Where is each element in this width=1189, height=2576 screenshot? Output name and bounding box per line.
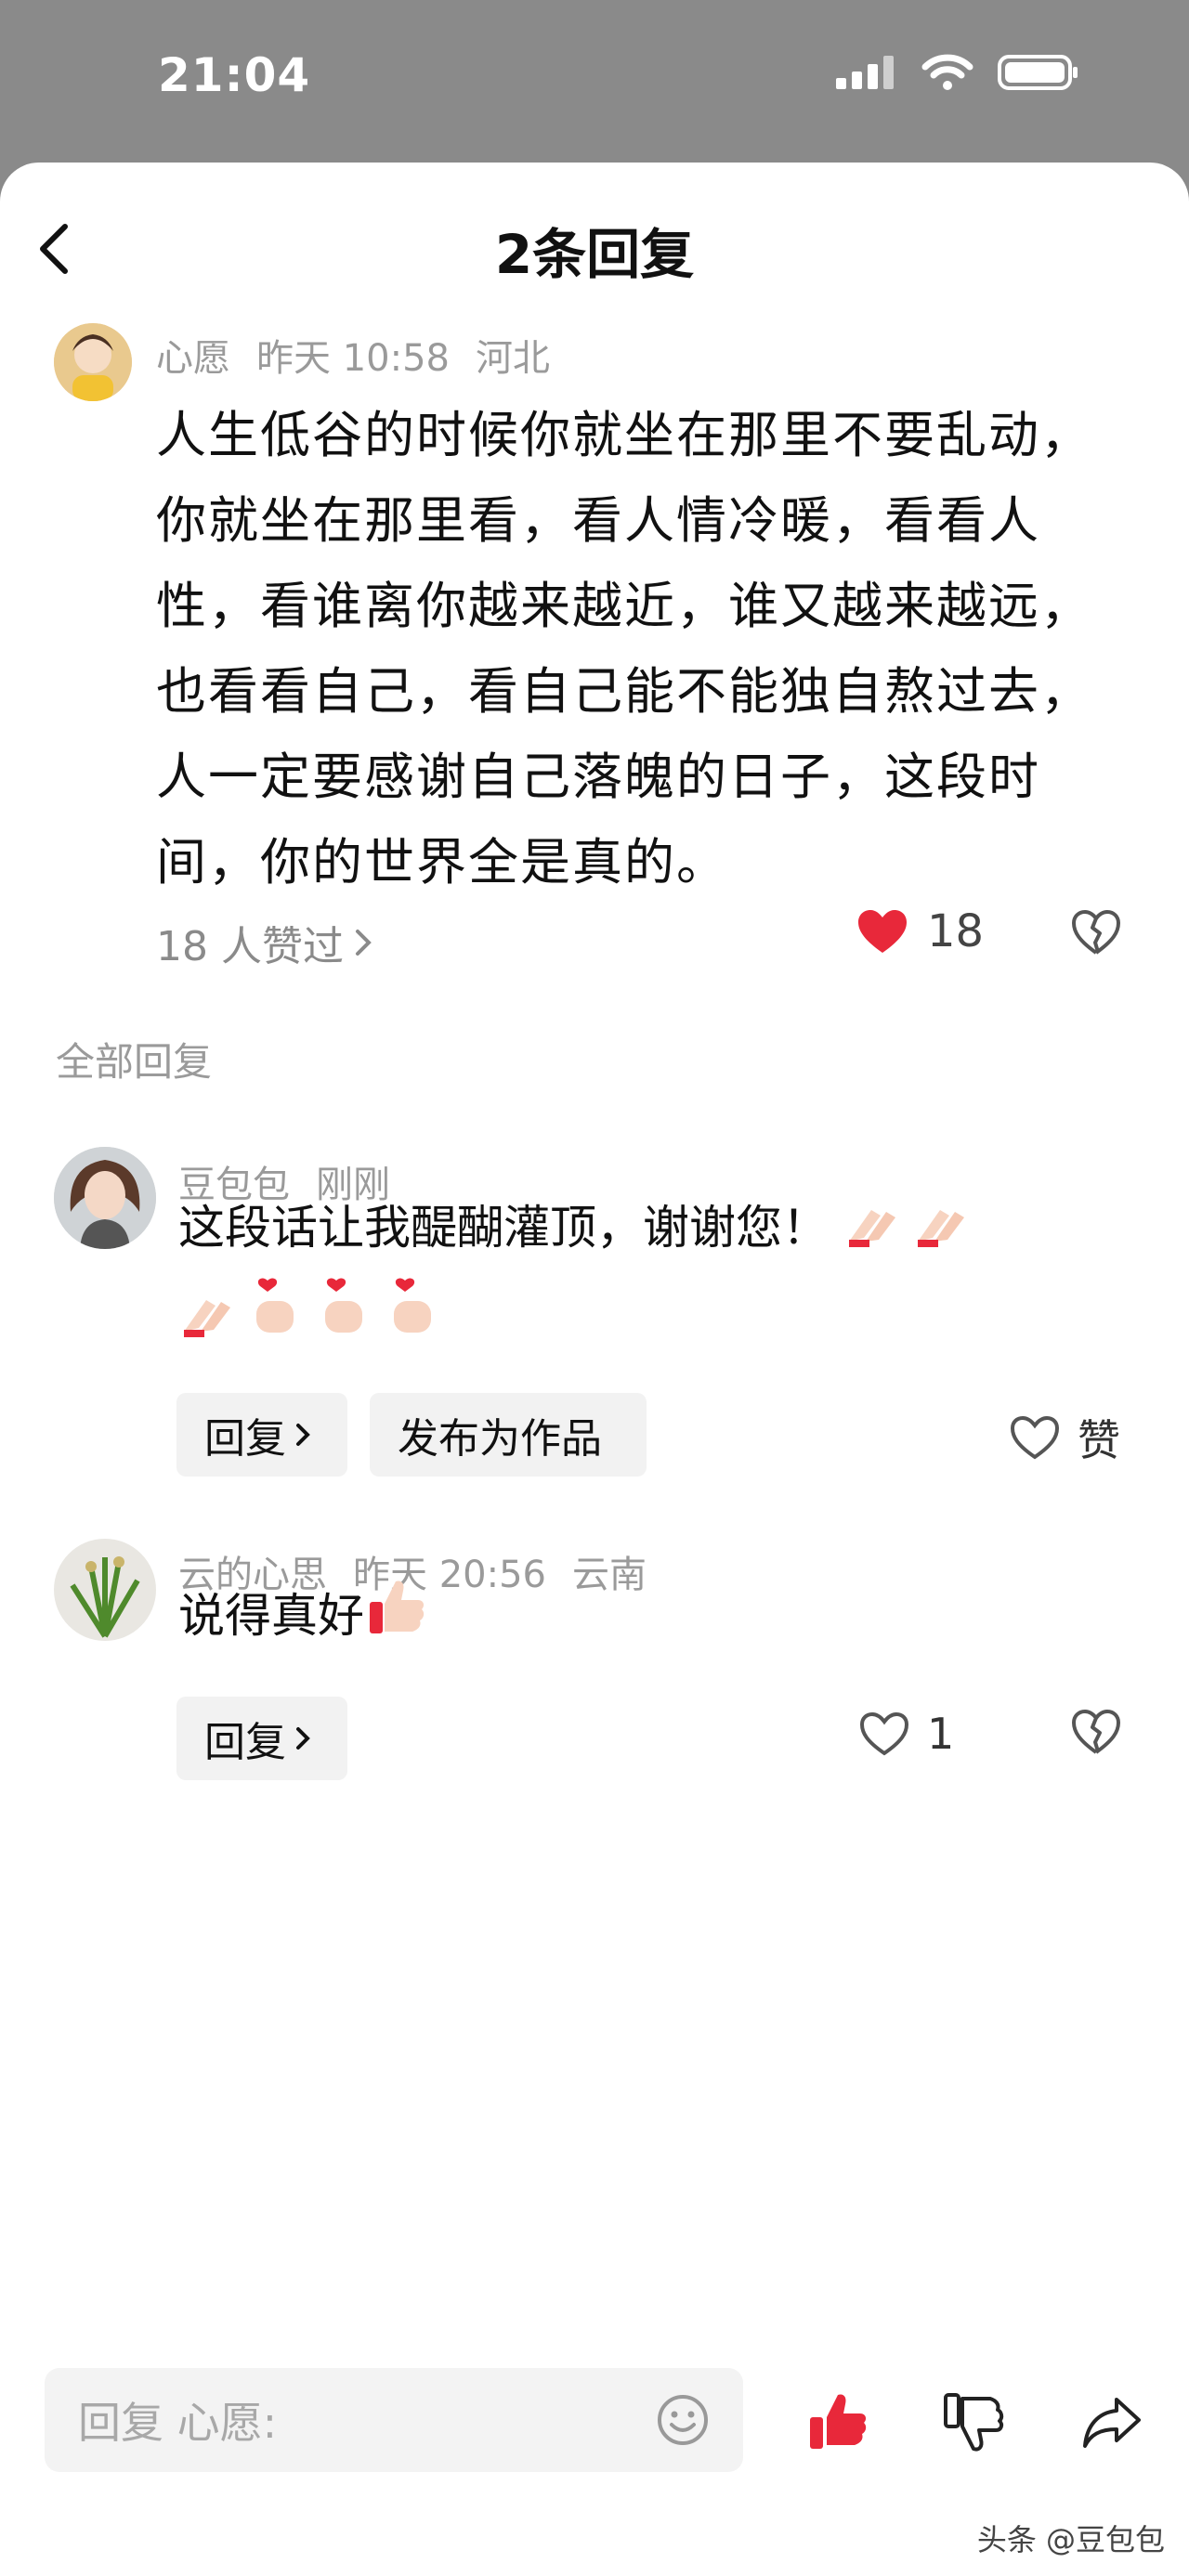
likes-summary[interactable]: 18 人赞过	[156, 913, 373, 972]
pray-hands-icon	[178, 1278, 234, 1365]
replies-sheet: 2条回复 心愿 昨天 10:58 河北 人生低谷的时候你就坐在那里不要乱动，你就坐在…	[0, 163, 1189, 2576]
finger-heart-icon	[316, 1277, 372, 1366]
battery-icon	[998, 55, 1078, 90]
avatar[interactable]	[54, 1539, 156, 1641]
comment-location: 河北	[476, 337, 550, 380]
woman-avatar-icon	[54, 1147, 156, 1249]
reply-text: 说得真好	[178, 1572, 1117, 1663]
thumbs-down-button[interactable]	[942, 2389, 1007, 2454]
child-avatar-icon	[54, 323, 132, 401]
chevron-right-icon	[355, 930, 372, 956]
reply-like-button[interactable]: 赞	[1009, 1407, 1120, 1468]
signal-icon	[836, 56, 894, 89]
finger-heart-icon	[385, 1277, 440, 1366]
wifi-icon	[921, 54, 973, 90]
status-time: 21:04	[158, 48, 311, 102]
broken-heart-icon	[1072, 909, 1121, 955]
reply-button-label: 回复	[204, 1719, 286, 1766]
status-bar: 21:04	[0, 0, 1189, 163]
main-comment-text: 人生低谷的时候你就坐在那里不要乱动，你就坐在那里看，看人情冷暖，看看人性，看谁离…	[156, 406, 1092, 891]
thumbs-down-icon	[944, 2393, 1004, 2452]
thumbs-up-button[interactable]	[806, 2389, 871, 2454]
dislike-button[interactable]	[1070, 908, 1122, 956]
like-button[interactable]: 18	[856, 905, 984, 957]
reply-input[interactable]: 回复 心愿:	[45, 2368, 743, 2472]
reply-button[interactable]: 回复	[176, 1697, 347, 1780]
plant-avatar-icon	[54, 1539, 156, 1641]
status-icons	[836, 54, 1079, 91]
finger-heart-icon	[247, 1277, 303, 1366]
like-count: 1	[927, 1709, 955, 1759]
reply-button[interactable]: 回复	[176, 1393, 347, 1477]
share-icon	[1083, 2398, 1141, 2448]
section-label: 全部回复	[56, 1039, 213, 1085]
emoji-icon[interactable]	[656, 2393, 710, 2447]
watermark: 头条 @豆包包	[976, 2522, 1165, 2557]
avatar[interactable]	[54, 323, 132, 401]
reply-text: 这段话让我醍醐灌顶，谢谢您！	[178, 1184, 1117, 1366]
reply-button-label: 回复	[204, 1415, 286, 1463]
likes-label: 18 人赞过	[156, 923, 344, 970]
thumbs-up-filled-icon	[810, 2394, 867, 2449]
share-button[interactable]	[1079, 2391, 1144, 2452]
reply-text-body: 说得真好	[178, 1589, 364, 1643]
publish-label: 发布为作品	[398, 1415, 602, 1463]
chevron-right-icon	[296, 1424, 310, 1446]
pray-hands-icon	[843, 1188, 899, 1275]
avatar[interactable]	[54, 1147, 156, 1249]
heart-filled-icon	[858, 910, 907, 953]
like-label: 赞	[1078, 1415, 1120, 1465]
like-count: 18	[927, 905, 985, 957]
publish-as-work-button[interactable]: 发布为作品	[370, 1393, 647, 1477]
chevron-right-icon	[296, 1727, 310, 1750]
main-comment-meta: 心愿 昨天 10:58 河北	[156, 328, 576, 382]
thumbs-up-icon	[368, 1576, 425, 1663]
reply-input-placeholder: 回复 心愿:	[78, 2398, 278, 2448]
broken-heart-icon	[1072, 1709, 1121, 1754]
page-title: 2条回复	[494, 223, 695, 286]
dislike-button[interactable]	[1070, 1708, 1122, 1756]
heart-outline-icon	[1010, 1415, 1060, 1460]
heart-outline-icon	[859, 1711, 909, 1756]
author-name[interactable]: 心愿	[156, 337, 230, 380]
reply-like-button[interactable]: 1	[858, 1709, 954, 1759]
reply-text-body: 这段话让我醍醐灌顶，谢谢您！	[178, 1201, 829, 1255]
pray-hands-icon	[912, 1188, 968, 1275]
comment-date: 昨天 10:58	[256, 337, 450, 380]
